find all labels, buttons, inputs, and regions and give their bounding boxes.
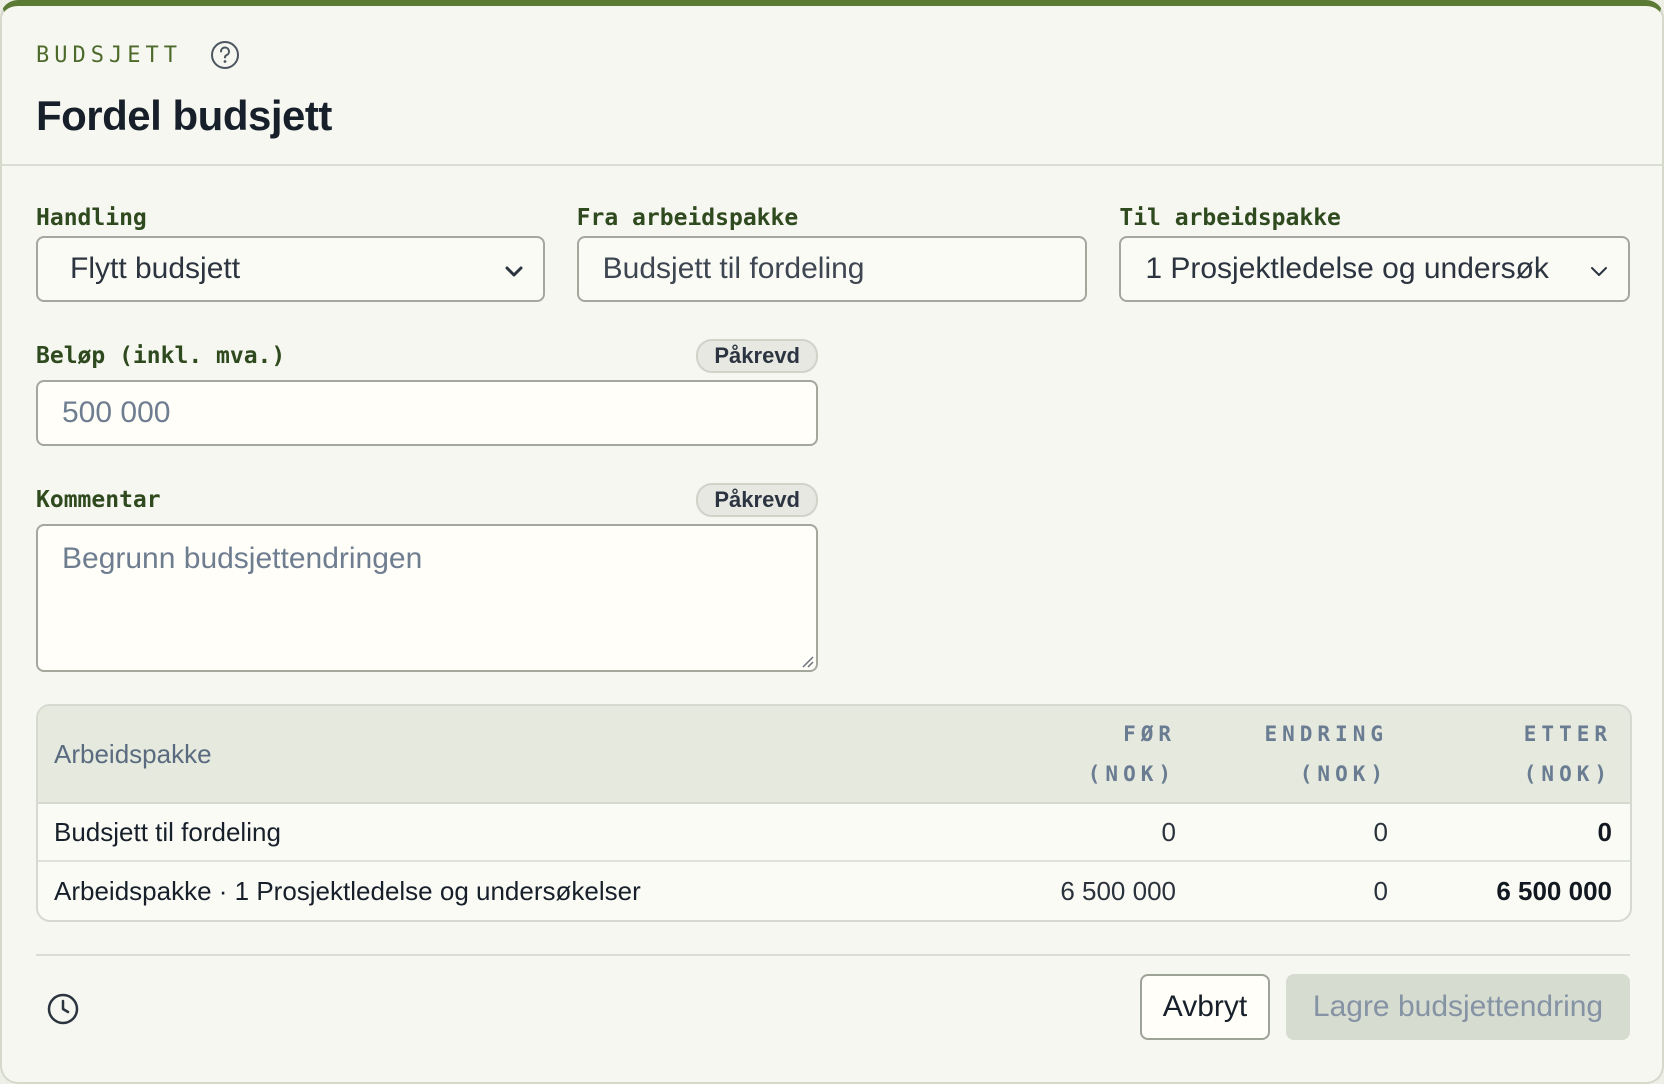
column-header-change: ENDRING (NOK) (1194, 714, 1406, 794)
row-before: 6 500 000 (1060, 875, 1176, 906)
dialog-header: BUDSJETT Fordel budsjett (2, 6, 1662, 166)
table-row: Arbeidspakke · 1 Prosjektledelse og unde… (38, 862, 1630, 920)
from-field: Fra arbeidspakke Budsjett til fordeling (576, 200, 1088, 302)
row-change: 0 (1373, 875, 1388, 906)
cancel-button[interactable]: Avbryt (1140, 974, 1270, 1040)
required-badge: Påkrevd (696, 339, 818, 373)
help-icon[interactable] (210, 40, 240, 70)
dialog-body: Handling Flytt budsjett Fra arbeidspakke… (2, 166, 1662, 922)
column-header-before-line2: (NOK) (1087, 762, 1176, 786)
column-header-after: ETTER (NOK) (1406, 714, 1630, 794)
action-select-value: Flytt budsjett (70, 252, 241, 285)
column-header-after-line1: ETTER (1523, 722, 1612, 746)
page-title: Fordel budsjett (36, 92, 332, 139)
action-field: Handling Flytt budsjett (36, 200, 545, 302)
table-row: Budsjett til fordeling 0 0 0 (38, 804, 1630, 862)
dialog-footer: Avbryt Lagre budsjettendring (36, 954, 1630, 1054)
comment-label-row: Kommentar Påkrevd (36, 482, 818, 518)
to-select[interactable]: 1 Prosjektledelse og undersøk (1119, 236, 1631, 302)
transfer-fields-row: Handling Flytt budsjett Fra arbeidspakke… (36, 200, 1631, 302)
from-readonly-input: Budsjett til fordeling (576, 236, 1088, 302)
to-select-value: 1 Prosjektledelse og undersøk (1145, 252, 1549, 285)
table-header: Arbeidspakke FØR (NOK) ENDRING (NOK) ETT… (38, 706, 1630, 804)
column-header-workpackage: Arbeidspakke (54, 738, 212, 769)
row-after: 6 500 000 (1496, 875, 1612, 906)
eyebrow-row: BUDSJETT (36, 40, 1628, 70)
required-badge: Påkrevd (696, 483, 818, 517)
amount-label-row: Beløp (inkl. mva.) Påkrevd (36, 338, 818, 374)
row-name: Budsjett til fordeling (54, 816, 281, 847)
amount-field: Beløp (inkl. mva.) Påkrevd 500 000 (36, 338, 818, 446)
comment-textarea[interactable]: Begrunn budsjettendringen (36, 524, 818, 672)
action-label: Handling (36, 205, 147, 231)
chevron-down-icon (505, 266, 523, 277)
save-budget-change-button[interactable]: Lagre budsjettendring (1286, 974, 1630, 1040)
action-select[interactable]: Flytt budsjett (36, 236, 545, 302)
column-header-before: FØR (NOK) (982, 714, 1194, 794)
budget-dialog: BUDSJETT Fordel budsjett Handling Flytt … (0, 0, 1664, 1084)
budget-table: Arbeidspakke FØR (NOK) ENDRING (NOK) ETT… (36, 704, 1632, 922)
amount-input[interactable]: 500 000 (36, 380, 818, 446)
to-field: Til arbeidspakke 1 Prosjektledelse og un… (1119, 200, 1631, 302)
row-after: 0 (1597, 816, 1612, 847)
from-value: Budsjett til fordeling (602, 252, 865, 285)
chevron-down-icon (1591, 267, 1608, 276)
comment-label: Kommentar (36, 487, 161, 513)
column-header-after-line2: (NOK) (1523, 762, 1612, 786)
column-header-change-line1: ENDRING (1264, 722, 1388, 746)
from-label: Fra arbeidspakke (576, 205, 799, 231)
to-label: Til arbeidspakke (1119, 205, 1341, 231)
resize-handle-icon[interactable] (798, 652, 814, 668)
comment-field: Kommentar Påkrevd Begrunn budsjettendrin… (36, 482, 818, 672)
column-header-before-line1: FØR (1123, 722, 1176, 746)
amount-placeholder: 500 000 (62, 396, 171, 429)
history-clock-icon[interactable] (46, 992, 80, 1026)
row-before: 0 (1161, 816, 1176, 847)
row-name: Arbeidspakke · 1 Prosjektledelse og unde… (54, 875, 641, 906)
column-header-change-line2: (NOK) (1299, 762, 1388, 786)
amount-label: Beløp (inkl. mva.) (36, 343, 286, 369)
comment-placeholder: Begrunn budsjettendringen (62, 542, 423, 575)
eyebrow-label: BUDSJETT (36, 42, 182, 68)
row-change: 0 (1373, 816, 1388, 847)
